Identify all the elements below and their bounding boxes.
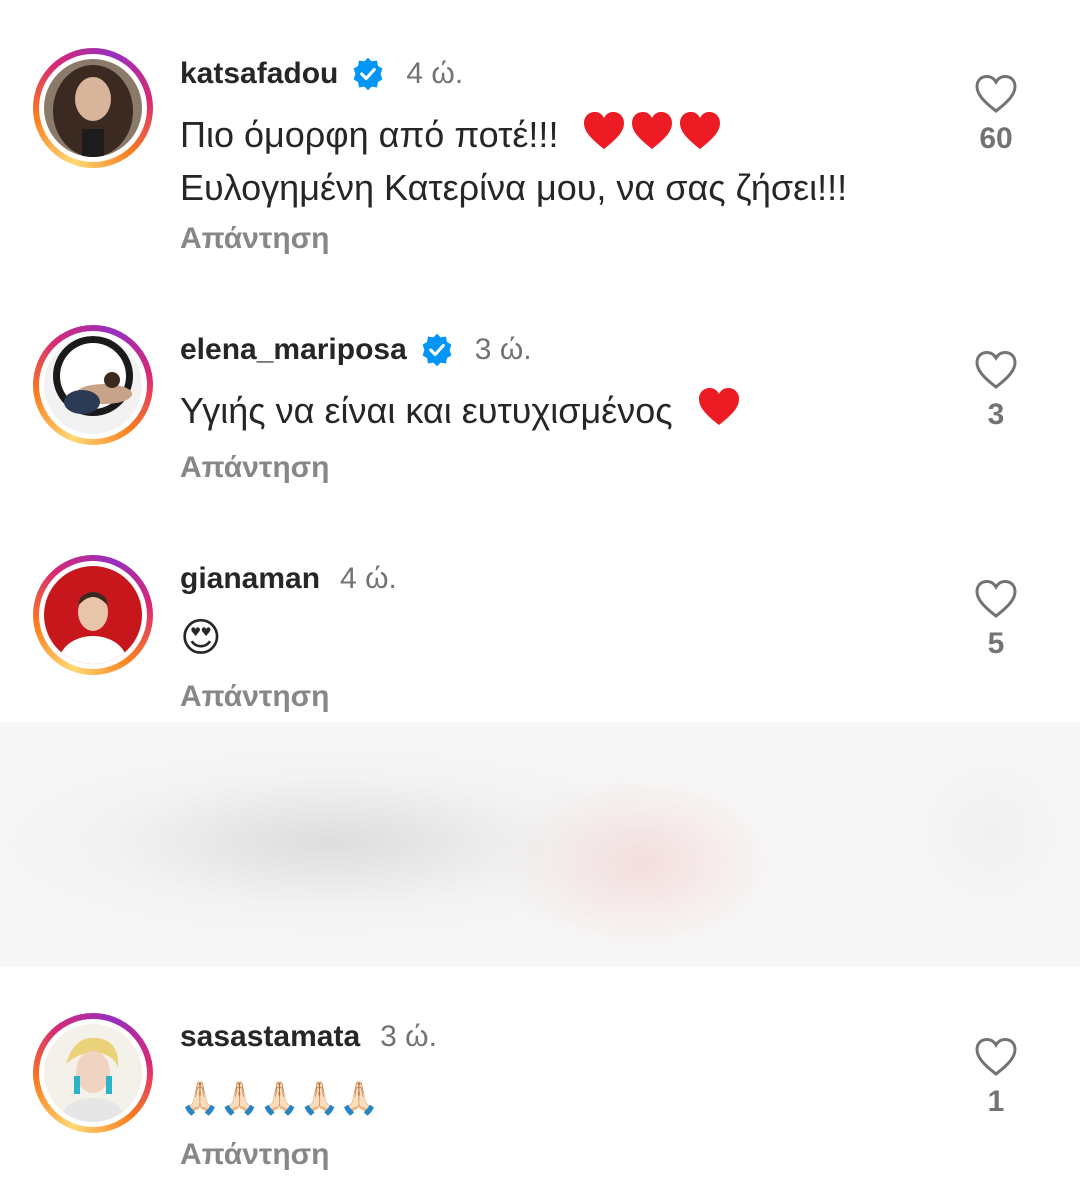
verified-badge-icon [422,333,452,367]
comment-text-line: Πιο όμορφη από ποτέ!!! [180,114,559,155]
comment-text-line: Ευλογημένη Κατερίνα μου, να σας ζήσει!!! [180,167,848,208]
comment-text: Υγιής να είναι και ευτυχισμένος [180,384,741,437]
username[interactable]: gianaman [180,562,320,596]
like-button[interactable]: 5 [970,579,1022,661]
heart-outline-icon[interactable] [974,1037,1018,1077]
comment-time: 4 ώ. [406,57,464,90]
heart-outline-icon[interactable] [974,350,1018,390]
comment-time: 4 ώ. [340,562,397,595]
like-count: 1 [987,1085,1005,1118]
comment-text-line: Υγιής να είναι και ευτυχισμένος [180,390,673,431]
comment-text: Πιο όμορφη από ποτέ!!! Ευλογημένη Κατερί… [180,108,847,214]
like-count: 60 [979,122,1013,155]
heart-outline-icon[interactable] [974,579,1018,619]
reply-button[interactable]: Απάντηση [180,1138,330,1172]
red-heart-emoji [578,112,722,155]
username[interactable]: elena_mariposa [180,333,407,367]
reply-button[interactable]: Απάντηση [180,222,330,256]
username[interactable]: katsafadou [180,57,338,91]
comment-time: 3 ώ. [380,1020,437,1053]
like-button[interactable]: 1 [970,1037,1022,1119]
comment-text: 😍 [180,616,222,660]
username[interactable]: sasastamata [180,1020,360,1054]
reply-button[interactable]: Απάντηση [180,680,330,714]
avatar-story-ring[interactable] [33,1013,153,1133]
red-heart-emoji [693,388,741,431]
like-button[interactable]: 60 [970,74,1022,156]
avatar [44,59,142,157]
avatar-story-ring[interactable] [33,325,153,445]
avatar-story-ring[interactable] [33,555,153,675]
reply-button[interactable]: Απάντηση [180,451,330,485]
blurred-comment [0,722,1080,967]
avatar-story-ring[interactable] [33,48,153,168]
heart-outline-icon[interactable] [974,74,1018,114]
like-count: 5 [987,627,1005,660]
like-count: 3 [987,398,1005,431]
verified-badge-icon [353,57,383,91]
avatar [44,336,142,434]
comment-text: 🙏🏻🙏🏻🙏🏻🙏🏻🙏🏻 [180,1080,380,1116]
avatar [44,566,142,664]
like-button[interactable]: 3 [970,350,1022,432]
avatar [44,1024,142,1122]
comment-time: 3 ώ. [474,333,532,366]
